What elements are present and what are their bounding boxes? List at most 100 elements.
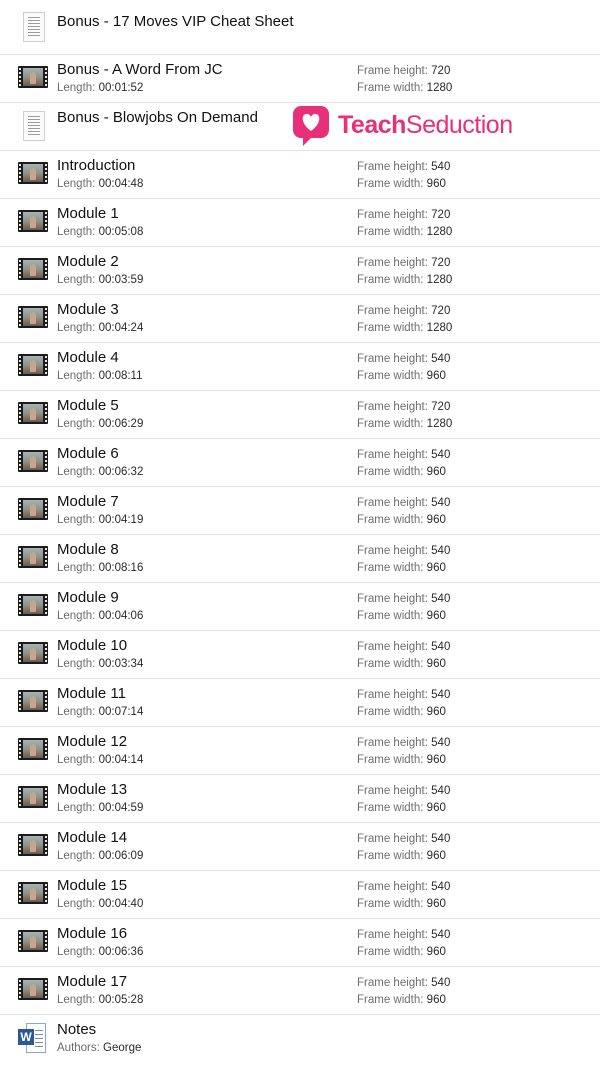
frame-width-meta: Frame width: 960	[357, 370, 446, 382]
document-icon	[23, 111, 45, 141]
file-title: Module 5	[57, 397, 119, 414]
frame-width-meta: Frame width: 960	[357, 514, 446, 526]
authors-meta: Authors: George	[57, 1042, 142, 1054]
frame-height-meta: Frame height: 540	[357, 545, 451, 557]
teachseduction-logo: TeachSeduction	[293, 106, 538, 146]
video-icon	[18, 642, 48, 664]
logo-text: TeachSeduction	[338, 111, 513, 139]
file-title: Module 16	[57, 925, 128, 942]
length-meta: Length: 00:07:14	[57, 706, 144, 718]
file-item-module-14[interactable]: Module 14 Length: 00:06:09 Frame height:…	[0, 823, 600, 871]
file-item-module-17[interactable]: Module 17 Length: 00:05:28 Frame height:…	[0, 967, 600, 1015]
file-item-module-6[interactable]: Module 6 Length: 00:06:32 Frame height: …	[0, 439, 600, 487]
file-item-module-1[interactable]: Module 1 Length: 00:05:08 Frame height: …	[0, 199, 600, 247]
frame-width-meta: Frame width: 960	[357, 898, 446, 910]
frame-width-meta: Frame width: 960	[357, 994, 446, 1006]
length-meta: Length: 00:08:11	[57, 370, 143, 382]
file-item-notes[interactable]: W Notes Authors: George	[0, 1015, 600, 1067]
frame-width-meta: Frame width: 1280	[357, 226, 453, 238]
length-meta: Length: 00:03:34	[57, 658, 144, 670]
frame-width-meta: Frame width: 1280	[357, 82, 453, 94]
length-meta: Length: 00:04:24	[57, 322, 144, 334]
video-icon	[18, 738, 48, 760]
video-icon	[18, 786, 48, 808]
file-title: Introduction	[57, 157, 136, 174]
file-item-introduction[interactable]: Introduction Length: 00:04:48 Frame heig…	[0, 151, 600, 199]
file-item-module-9[interactable]: Module 9 Length: 00:04:06 Frame height: …	[0, 583, 600, 631]
frame-width-meta: Frame width: 960	[357, 658, 446, 670]
frame-height-meta: Frame height: 540	[357, 449, 451, 461]
file-item-word-from-jc[interactable]: Bonus - A Word From JC Length: 00:01:52 …	[0, 55, 600, 103]
length-meta: Length: 00:05:28	[57, 994, 144, 1006]
file-item-module-7[interactable]: Module 7 Length: 00:04:19 Frame height: …	[0, 487, 600, 535]
frame-height-meta: Frame height: 540	[357, 833, 451, 845]
length-meta: Length: 00:08:16	[57, 562, 144, 574]
video-icon	[18, 546, 48, 568]
file-title: Module 9	[57, 589, 119, 606]
file-title: Module 2	[57, 253, 119, 270]
file-title: Module 12	[57, 733, 128, 750]
length-meta: Length: 00:04:40	[57, 898, 144, 910]
frame-height-meta: Frame height: 540	[357, 641, 451, 653]
file-title: Module 7	[57, 493, 119, 510]
video-icon	[18, 594, 48, 616]
file-title: Notes	[57, 1021, 97, 1038]
video-icon	[18, 498, 48, 520]
video-icon	[18, 66, 48, 88]
file-item-module-13[interactable]: Module 13 Length: 00:04:59 Frame height:…	[0, 775, 600, 823]
video-icon	[18, 882, 48, 904]
length-meta: Length: 00:06:29	[57, 418, 144, 430]
frame-height-meta: Frame height: 540	[357, 929, 451, 941]
frame-height-meta: Frame height: 540	[357, 161, 451, 173]
file-item-module-3[interactable]: Module 3 Length: 00:04:24 Frame height: …	[0, 295, 600, 343]
frame-height-meta: Frame height: 540	[357, 977, 451, 989]
file-item-module-15[interactable]: Module 15 Length: 00:04:40 Frame height:…	[0, 871, 600, 919]
length-meta: Length: 00:04:48	[57, 178, 144, 190]
frame-width-meta: Frame width: 960	[357, 946, 446, 958]
file-title: Module 1	[57, 205, 119, 222]
file-title: Module 10	[57, 637, 128, 654]
frame-width-meta: Frame width: 1280	[357, 418, 453, 430]
length-meta: Length: 00:03:59	[57, 274, 144, 286]
length-meta: Length: 00:04:19	[57, 514, 144, 526]
frame-height-meta: Frame height: 540	[357, 689, 451, 701]
length-meta: Length: 00:01:52	[57, 82, 144, 94]
file-title: Module 6	[57, 445, 119, 462]
file-item-module-8[interactable]: Module 8 Length: 00:08:16 Frame height: …	[0, 535, 600, 583]
video-icon	[18, 978, 48, 1000]
file-item-module-4[interactable]: Module 4 Length: 00:08:11 Frame height: …	[0, 343, 600, 391]
file-title: Module 15	[57, 877, 128, 894]
file-item-module-2[interactable]: Module 2 Length: 00:03:59 Frame height: …	[0, 247, 600, 295]
video-icon	[18, 690, 48, 712]
file-title: Bonus - Blowjobs On Demand	[57, 109, 258, 126]
length-meta: Length: 00:06:09	[57, 850, 144, 862]
video-icon	[18, 930, 48, 952]
length-meta: Length: 00:04:06	[57, 610, 144, 622]
document-icon	[23, 12, 45, 42]
file-title: Module 11	[57, 685, 126, 702]
file-item-module-10[interactable]: Module 10 Length: 00:03:34 Frame height:…	[0, 631, 600, 679]
frame-width-meta: Frame width: 960	[357, 706, 446, 718]
frame-width-meta: Frame width: 1280	[357, 274, 453, 286]
file-item-module-12[interactable]: Module 12 Length: 00:04:14 Frame height:…	[0, 727, 600, 775]
video-icon	[18, 210, 48, 232]
frame-height-meta: Frame height: 540	[357, 497, 451, 509]
length-meta: Length: 00:06:32	[57, 466, 144, 478]
file-item-module-11[interactable]: Module 11 Length: 00:07:14 Frame height:…	[0, 679, 600, 727]
video-icon	[18, 306, 48, 328]
length-meta: Length: 00:05:08	[57, 226, 144, 238]
file-title: Module 13	[57, 781, 128, 798]
frame-height-meta: Frame height: 540	[357, 593, 451, 605]
file-item-cheat-sheet[interactable]: Bonus - 17 Moves VIP Cheat Sheet	[0, 0, 600, 55]
file-item-module-16[interactable]: Module 16 Length: 00:06:36 Frame height:…	[0, 919, 600, 967]
frame-width-meta: Frame width: 960	[357, 802, 446, 814]
frame-width-meta: Frame width: 960	[357, 178, 446, 190]
video-icon	[18, 834, 48, 856]
video-icon	[18, 258, 48, 280]
frame-height-meta: Frame height: 540	[357, 881, 451, 893]
video-icon	[18, 450, 48, 472]
file-item-module-5[interactable]: Module 5 Length: 00:06:29 Frame height: …	[0, 391, 600, 439]
file-list: Bonus - 17 Moves VIP Cheat Sheet Bonus -…	[0, 0, 600, 1067]
word-document-icon: W	[18, 1023, 48, 1055]
frame-width-meta: Frame width: 1280	[357, 322, 453, 334]
